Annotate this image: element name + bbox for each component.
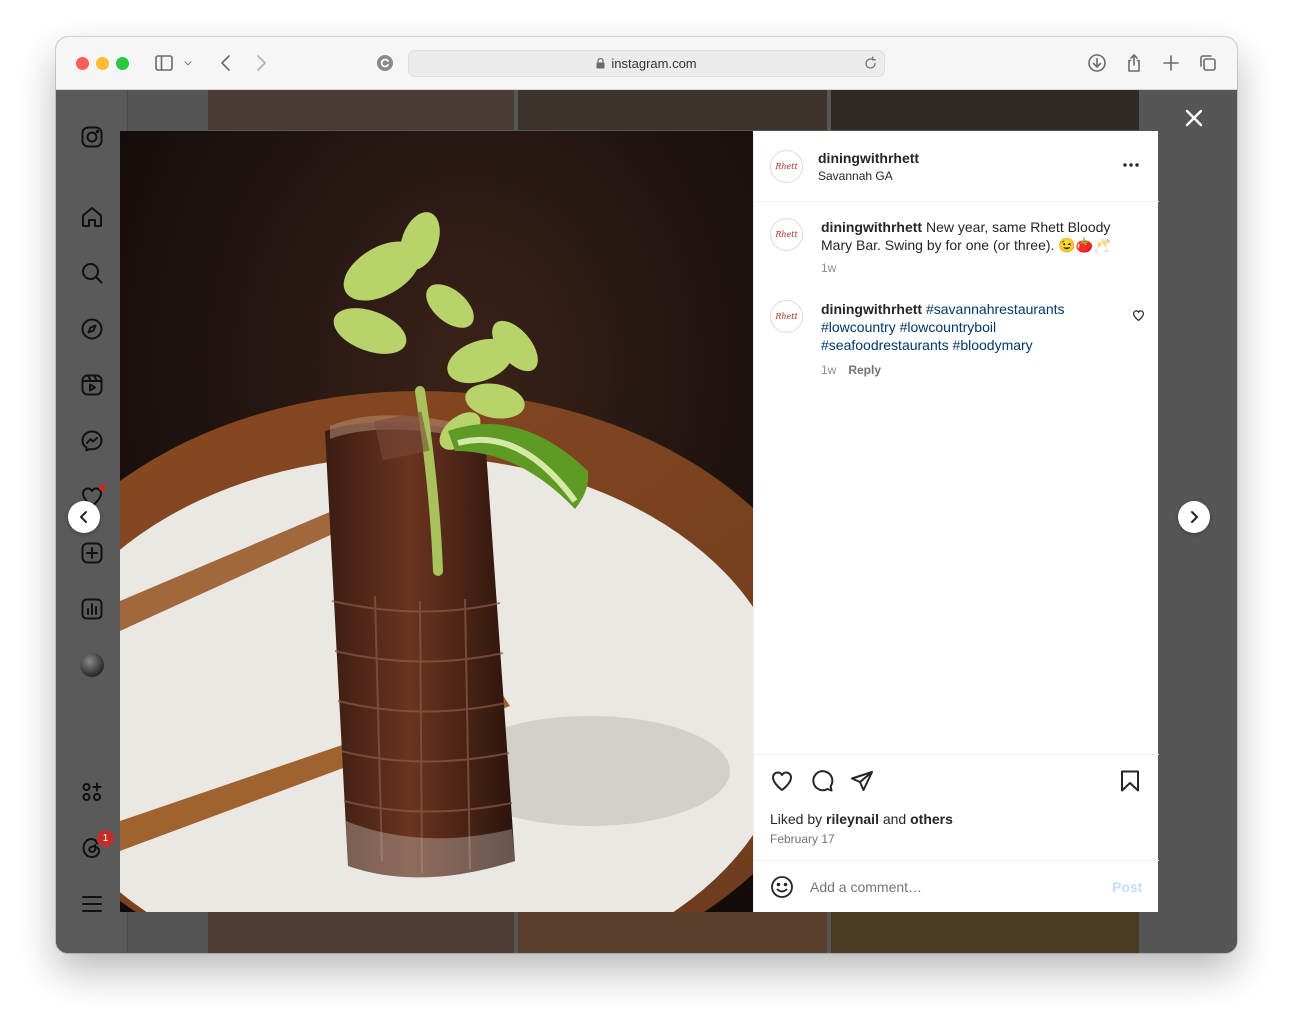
- insights-icon[interactable]: [79, 596, 105, 622]
- new-tab-icon[interactable]: [1159, 51, 1183, 75]
- post-comment-button[interactable]: Post: [1112, 879, 1142, 895]
- background-grid-tile: [208, 912, 514, 953]
- close-icon: [1185, 109, 1203, 127]
- emoji-icon: [771, 876, 793, 898]
- chevron-right-icon: [1191, 511, 1198, 523]
- liked-by-others[interactable]: others: [910, 811, 953, 827]
- threads-icon[interactable]: 1: [79, 830, 114, 861]
- chevron-left-icon: [80, 511, 87, 523]
- close-window-button[interactable]: [76, 57, 89, 70]
- caption-author[interactable]: diningwithrhett: [821, 219, 922, 235]
- post-actions: Liked by rileynail and others February 1…: [754, 754, 1159, 860]
- likes-prefix: Liked by: [770, 811, 823, 827]
- reload-icon[interactable]: [863, 56, 878, 71]
- explore-compass-icon[interactable]: [79, 316, 105, 342]
- reply-button[interactable]: Reply: [848, 363, 881, 377]
- chevron-down-icon[interactable]: [180, 51, 196, 75]
- zoom-window-button[interactable]: [116, 57, 129, 70]
- home-icon[interactable]: [79, 204, 105, 230]
- more-dots-icon: [1123, 163, 1139, 167]
- create-post-icon[interactable]: [79, 540, 105, 566]
- comment-author[interactable]: diningwithrhett: [821, 301, 922, 317]
- author-avatar[interactable]: Rhett: [770, 150, 803, 183]
- caption-time[interactable]: 1w: [821, 261, 836, 275]
- heart-icon: [1133, 310, 1144, 322]
- more-options-button[interactable]: [1118, 155, 1144, 175]
- url-text: instagram.com: [611, 56, 697, 71]
- next-post-button[interactable]: [1178, 501, 1210, 533]
- post-header: Rhett diningwithrhett Savannah GA: [754, 131, 1159, 202]
- comment-author-avatar[interactable]: Rhett: [770, 300, 803, 333]
- lock-icon: [596, 58, 605, 69]
- liked-by-user[interactable]: rileynail: [826, 811, 879, 827]
- background-grid-tile: [518, 90, 827, 130]
- post-date[interactable]: February 17: [770, 832, 835, 846]
- hashtag-comment: diningwithrhett #savannahrestaurants #lo…: [821, 300, 1101, 354]
- background-grid-tile: [208, 90, 514, 130]
- address-bar[interactable]: instagram.com: [408, 50, 885, 77]
- hashtag-link[interactable]: #lowcountry: [821, 319, 896, 335]
- like-button[interactable]: [770, 769, 796, 795]
- comment-button[interactable]: [810, 769, 836, 795]
- likes-summary: Liked by rileynail and others: [770, 811, 953, 827]
- add-comment-input[interactable]: [810, 876, 1090, 898]
- background-grid-tile: [831, 90, 1139, 130]
- caption: diningwithrhett New year, same Rhett Blo…: [821, 218, 1131, 254]
- author-username[interactable]: diningwithrhett: [818, 150, 919, 166]
- profile-avatar[interactable]: [79, 652, 105, 678]
- forward-icon[interactable]: [249, 51, 273, 75]
- bloody-mary-photo: [120, 131, 753, 912]
- browser-toolbar: instagram.com: [56, 37, 1237, 90]
- comment-time[interactable]: 1w: [821, 363, 836, 377]
- hashtag-link[interactable]: #savannahrestaurants: [926, 301, 1065, 317]
- post-details-panel: Rhett diningwithrhett Savannah GA Rhett …: [753, 131, 1159, 912]
- notification-dot: [99, 484, 106, 491]
- back-icon[interactable]: [214, 51, 238, 75]
- hashtag-link[interactable]: #lowcountryboil: [900, 319, 997, 335]
- bookmark-icon: [1121, 770, 1139, 792]
- likes-joiner: and: [882, 811, 907, 827]
- save-button[interactable]: [1118, 769, 1144, 795]
- background-grid-tile: [518, 912, 827, 953]
- previous-post-button[interactable]: [68, 501, 100, 533]
- search-icon[interactable]: [79, 260, 105, 286]
- minimize-window-button[interactable]: [96, 57, 109, 70]
- hashtag-link[interactable]: #bloodymary: [953, 337, 1033, 353]
- share-button[interactable]: [850, 769, 876, 795]
- like-comment-button[interactable]: [1132, 309, 1146, 323]
- send-icon: [851, 771, 873, 791]
- heart-icon: [772, 771, 792, 791]
- downloads-icon[interactable]: [1085, 51, 1109, 75]
- site-favicon-icon: [373, 51, 397, 75]
- sidebar-toggle-icon[interactable]: [152, 51, 176, 75]
- emoji-button[interactable]: [770, 875, 796, 901]
- instagram-logo-icon[interactable]: [79, 124, 105, 150]
- post-modal: Rhett diningwithrhett Savannah GA Rhett …: [120, 131, 1159, 912]
- comment-meta: 1w Reply: [821, 363, 881, 377]
- close-modal-button[interactable]: [1183, 107, 1207, 131]
- post-location[interactable]: Savannah GA: [818, 169, 893, 183]
- tab-overview-icon[interactable]: [1196, 51, 1220, 75]
- share-icon[interactable]: [1122, 51, 1146, 75]
- page-content: 1 Rhett diningwithrhett Savannah GA Rhet…: [56, 90, 1237, 953]
- more-apps-icon[interactable]: [79, 779, 105, 805]
- hashtag-link[interactable]: #seafoodrestaurants: [821, 337, 949, 353]
- browser-window: instagram.com 1 Rhett diningwithrhett Sa…: [56, 37, 1237, 953]
- comment-bubble-icon: [812, 770, 834, 792]
- caption-author-avatar[interactable]: Rhett: [770, 218, 803, 251]
- messenger-icon[interactable]: [79, 428, 105, 454]
- add-comment-bar: Post: [754, 860, 1159, 912]
- background-grid-tile: [831, 912, 1139, 953]
- reels-icon[interactable]: [79, 372, 105, 398]
- threads-badge: 1: [97, 830, 114, 847]
- post-photo[interactable]: [120, 131, 753, 912]
- menu-hamburger-icon[interactable]: [79, 891, 105, 917]
